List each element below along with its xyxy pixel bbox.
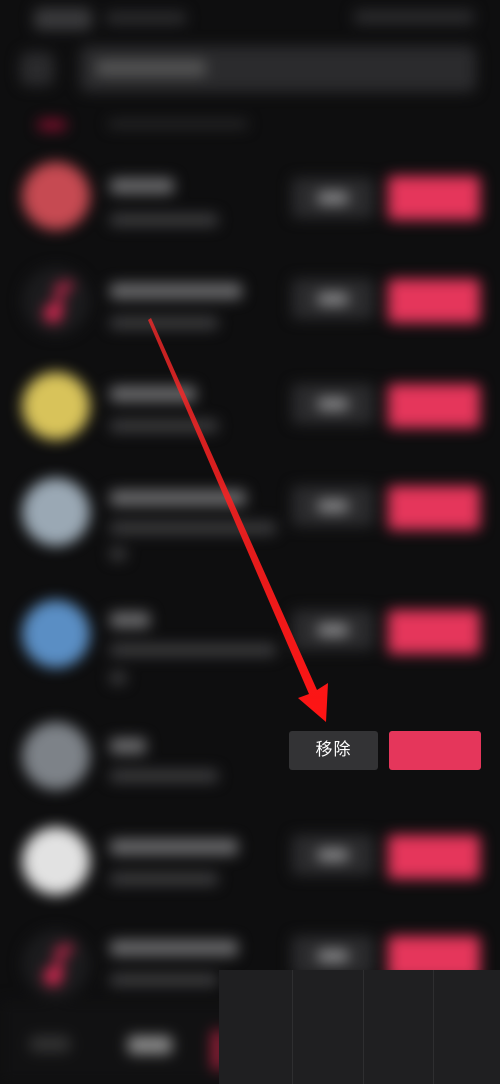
annotation-arrow: [148, 318, 328, 722]
overlay-panel: [219, 970, 500, 1084]
arrow-shape: [148, 318, 328, 722]
followers-screen: 移除: [0, 0, 500, 1084]
